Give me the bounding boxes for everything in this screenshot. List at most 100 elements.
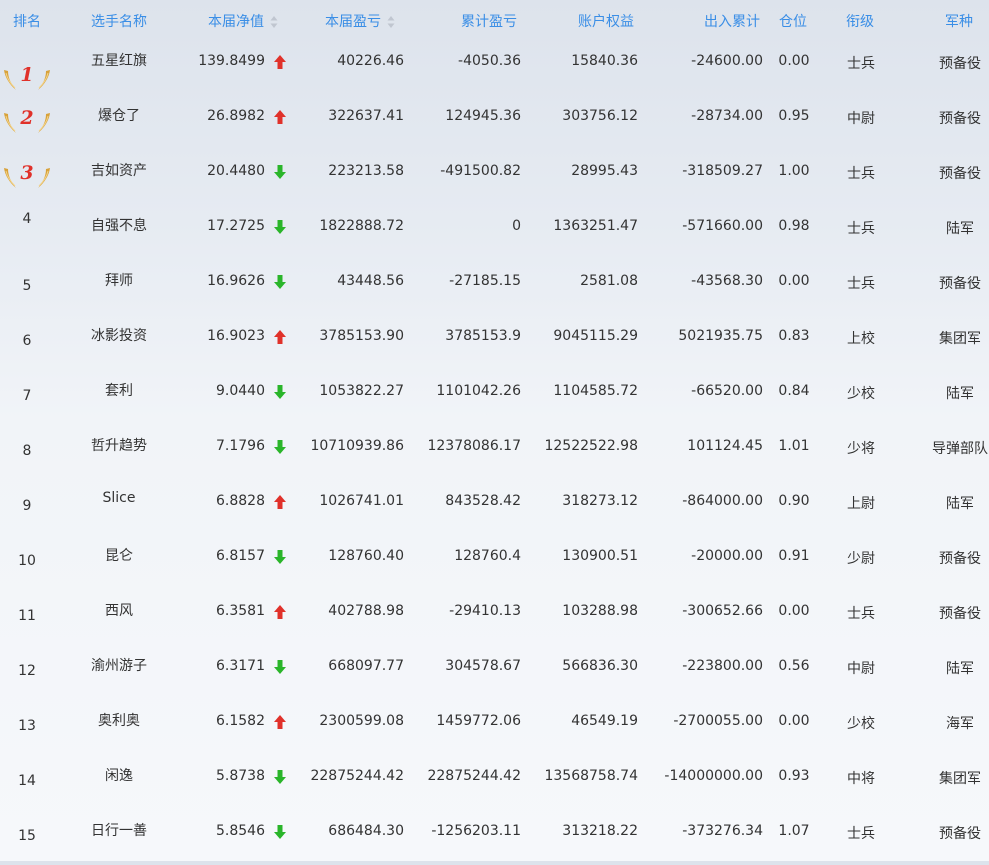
table-row[interactable]: 2 爆仓了 26.8982 322637.41 124945.36 303756.12 -2… xyxy=(0,95,989,150)
pnl-value: 1053822.27 xyxy=(319,383,404,399)
header-pnl[interactable]: 本届盈亏 xyxy=(325,11,395,31)
rank-number: 14 xyxy=(18,773,36,789)
equity-value: 15840.36 xyxy=(571,53,638,69)
army-value: 预备役 xyxy=(939,606,981,622)
down-arrow-icon xyxy=(273,274,289,294)
nav-value: 5.8546 xyxy=(216,823,265,839)
position-value: 1.07 xyxy=(778,823,810,839)
down-arrow-icon xyxy=(273,164,289,184)
rank-number: 13 xyxy=(18,718,36,734)
army-value: 陆军 xyxy=(946,386,974,402)
position-value: 0.00 xyxy=(778,273,810,289)
position-value: 0.00 xyxy=(778,713,810,729)
equity-value: 313218.22 xyxy=(562,823,638,839)
sort-icon[interactable] xyxy=(387,15,395,29)
table-row[interactable]: 1 五星红旗 139.8499 40226.46 -4050.36 15840.36 -24… xyxy=(0,40,989,95)
equity-value: 1104585.72 xyxy=(553,383,638,399)
table-row[interactable]: 6 冰影投资 16.9023 3785153.90 3785153.9 9045115.2… xyxy=(0,315,989,370)
nav-value: 9.0440 xyxy=(216,383,265,399)
header-cum[interactable]: 累计盈亏 xyxy=(461,11,517,31)
table-row[interactable]: 11 西风 6.3581 402788.98 -29410.13 103288.98 -30… xyxy=(0,590,989,645)
up-arrow-icon xyxy=(273,604,289,624)
table-row[interactable]: 3 吉如资产 20.4480 223213.58 -491500.82 28995.43 -… xyxy=(0,150,989,205)
army-value: 导弹部队 xyxy=(932,441,988,457)
army-value: 预备役 xyxy=(939,276,981,292)
pnl-value: 686484.30 xyxy=(328,823,404,839)
player-name[interactable]: 拜师 xyxy=(68,270,170,290)
header-military-rank[interactable]: 衔级 xyxy=(846,11,874,31)
military-rank-value: 中尉 xyxy=(847,111,875,127)
flow-value: -318509.27 xyxy=(682,163,763,179)
cumulative-pnl-value: 843528.42 xyxy=(445,493,521,509)
up-arrow-icon xyxy=(273,714,289,734)
nav-value: 6.3581 xyxy=(216,603,265,619)
military-rank-value: 少尉 xyxy=(847,551,875,567)
down-arrow-icon xyxy=(273,824,289,844)
cumulative-pnl-value: 128760.4 xyxy=(454,548,521,564)
equity-value: 9045115.29 xyxy=(553,328,638,344)
nav-value: 7.1796 xyxy=(216,438,265,454)
player-name[interactable]: 哲升趋势 xyxy=(68,435,170,455)
nav-value: 139.8499 xyxy=(198,53,265,69)
table-row[interactable]: 12 渝州游子 6.3171 668097.77 304578.67 566836.30 -… xyxy=(0,645,989,700)
rank-number: 5 xyxy=(22,278,32,294)
equity-value: 12522522.98 xyxy=(544,438,638,454)
header-equity[interactable]: 账户权益 xyxy=(578,11,634,31)
nav-value: 5.8738 xyxy=(216,768,265,784)
up-arrow-icon xyxy=(273,109,289,129)
table-row[interactable]: 5 拜师 16.9626 43448.56 -27185.15 2581.08 -43568… xyxy=(0,260,989,315)
cumulative-pnl-value: 124945.36 xyxy=(445,108,521,124)
player-name[interactable]: 西风 xyxy=(68,600,170,620)
rank-number: 9 xyxy=(22,498,32,514)
player-name[interactable]: 冰影投资 xyxy=(68,325,170,345)
army-value: 陆军 xyxy=(946,221,974,237)
header-nav[interactable]: 本届净值 xyxy=(208,11,278,31)
table-row[interactable]: 9 Slice 6.8828 1026741.01 843528.42 318273.12… xyxy=(0,480,989,535)
rank-number: 8 xyxy=(22,443,32,459)
table-row[interactable]: 13 奥利奥 6.1582 2300599.08 1459772.06 46549.19 -… xyxy=(0,700,989,755)
cumulative-pnl-value: 12378086.17 xyxy=(427,438,521,454)
flow-value: -300652.66 xyxy=(682,603,763,619)
header-army[interactable]: 军种 xyxy=(945,11,973,31)
cumulative-pnl-value: -4050.36 xyxy=(458,53,521,69)
table-row[interactable]: 4 自强不息 17.2725 1822888.72 0 1363251.47 -571660… xyxy=(0,205,989,260)
nav-value: 16.9023 xyxy=(207,328,265,344)
flow-value: -864000.00 xyxy=(682,493,763,509)
player-name[interactable]: 奥利奥 xyxy=(68,710,170,730)
header-name[interactable]: 选手名称 xyxy=(72,11,166,31)
military-rank-value: 士兵 xyxy=(847,166,875,182)
player-name[interactable]: 吉如资产 xyxy=(68,160,170,180)
table-row[interactable]: 10 昆仑 6.8157 128760.40 128760.4 130900.51 -200… xyxy=(0,535,989,590)
player-name[interactable]: 五星红旗 xyxy=(68,50,170,70)
header-rank[interactable]: 排名 xyxy=(0,11,54,31)
player-name[interactable]: Slice xyxy=(68,490,170,506)
cumulative-pnl-value: 1101042.26 xyxy=(436,383,521,399)
player-name[interactable]: 渝州游子 xyxy=(68,655,170,675)
player-name[interactable]: 套利 xyxy=(68,380,170,400)
position-value: 0.56 xyxy=(778,658,810,674)
header-flow[interactable]: 出入累计 xyxy=(704,11,760,31)
nav-value: 16.9626 xyxy=(207,273,265,289)
player-name[interactable]: 爆仓了 xyxy=(68,105,170,125)
player-name[interactable]: 日行一善 xyxy=(68,820,170,840)
equity-value: 103288.98 xyxy=(562,603,638,619)
army-value: 预备役 xyxy=(939,166,981,182)
table-row[interactable]: 7 套利 9.0440 1053822.27 1101042.26 1104585.72 -… xyxy=(0,370,989,425)
table-row[interactable]: 15 日行一善 5.8546 686484.30 -1256203.11 313218.2… xyxy=(0,810,989,865)
wing-icon xyxy=(37,112,51,138)
player-name[interactable]: 昆仑 xyxy=(68,545,170,565)
table-row[interactable]: 8 哲升趋势 7.1796 10710939.86 12378086.17 1252252… xyxy=(0,425,989,480)
player-name[interactable]: 闲逸 xyxy=(68,765,170,785)
sort-icon[interactable] xyxy=(270,15,278,29)
cumulative-pnl-value: 1459772.06 xyxy=(436,713,521,729)
table-row[interactable]: 14 闲逸 5.8738 22875244.42 22875244.42 13568758… xyxy=(0,755,989,810)
equity-value: 566836.30 xyxy=(562,658,638,674)
header-position[interactable]: 仓位 xyxy=(779,11,807,31)
position-value: 0.93 xyxy=(778,768,810,784)
cumulative-pnl-value: -29410.13 xyxy=(449,603,521,619)
player-name[interactable]: 自强不息 xyxy=(68,215,170,235)
pnl-value: 128760.40 xyxy=(328,548,404,564)
pnl-value: 402788.98 xyxy=(328,603,404,619)
military-rank-value: 上校 xyxy=(847,331,875,347)
rank-number: 7 xyxy=(22,388,32,404)
